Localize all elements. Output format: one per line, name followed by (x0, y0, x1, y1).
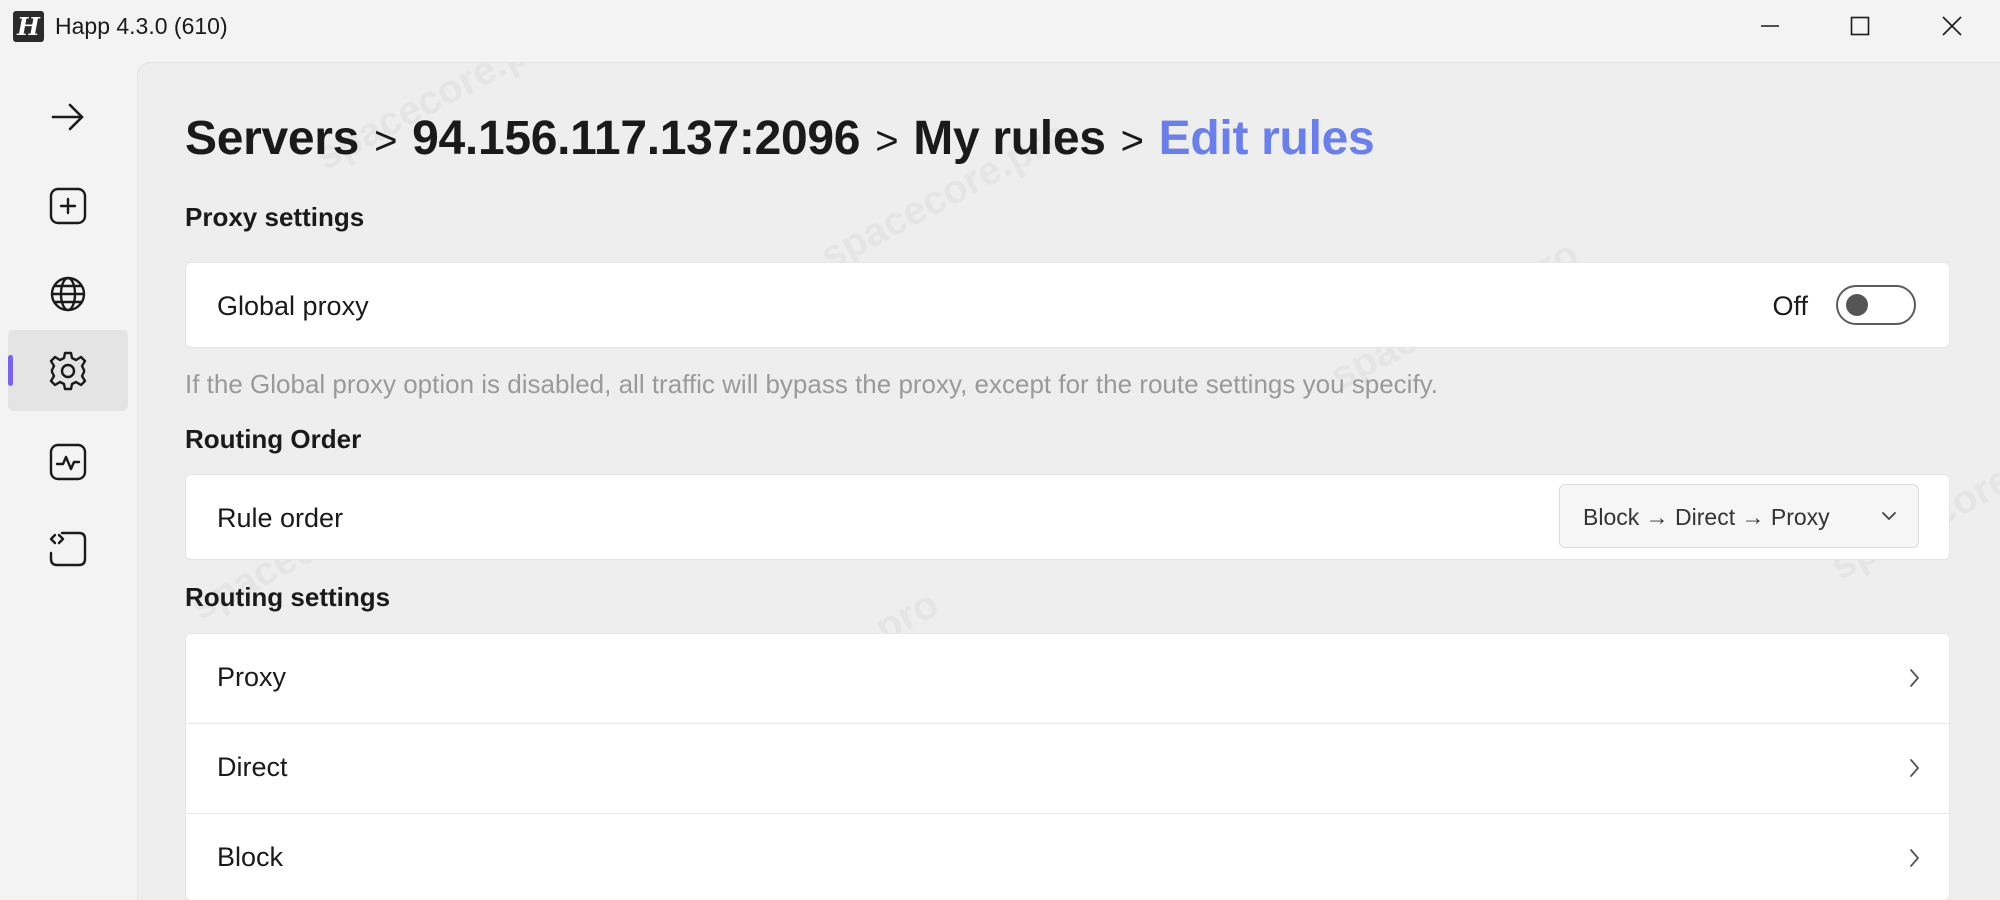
breadcrumb-separator: > (875, 119, 899, 163)
title-bar: H Happ 4.3.0 (610) (0, 0, 2000, 52)
routing-item-block[interactable]: Block (186, 814, 1949, 900)
app-logo: H (13, 11, 44, 42)
rule-order-card: Rule order Block → Direct → Proxy (185, 474, 1950, 560)
chevron-down-icon (1882, 512, 1896, 520)
sidebar-item-statistics[interactable] (8, 421, 128, 502)
toggle-knob (1846, 294, 1868, 316)
sidebar (0, 52, 137, 900)
proxy-settings-heading: Proxy settings (185, 202, 365, 232)
close-button[interactable] (1906, 0, 1998, 52)
minimize-icon (1761, 25, 1779, 27)
activity-icon (49, 443, 87, 480)
add-icon (49, 187, 87, 224)
routing-settings-heading: Routing settings (185, 582, 391, 612)
global-proxy-label: Global proxy (217, 291, 369, 321)
main-panel: spacecore.pro spacecore.pro spacecore.pr… (137, 62, 2000, 900)
chevron-right-icon (1910, 849, 1919, 867)
chevron-right-icon (1910, 759, 1919, 777)
list-item-label: Block (217, 842, 284, 872)
breadcrumb-my-rules[interactable]: My rules (913, 111, 1106, 166)
rule-order-dropdown[interactable]: Block → Direct → Proxy (1559, 484, 1919, 548)
routing-order-heading: Routing Order (185, 424, 362, 454)
breadcrumb-separator: > (374, 119, 398, 163)
list-item-label: Proxy (217, 662, 287, 692)
close-icon (1942, 16, 1962, 36)
rule-order-label: Rule order (217, 503, 344, 533)
sidebar-item-connect[interactable] (8, 76, 128, 157)
global-proxy-toggle[interactable] (1836, 285, 1916, 325)
routing-settings-list: Proxy Direct Block (185, 633, 1950, 900)
breadcrumb-server[interactable]: 94.156.117.137:2096 (412, 111, 860, 166)
code-icon (49, 531, 87, 566)
breadcrumb-current: Edit rules (1158, 112, 1375, 165)
chevron-right-icon (1910, 669, 1919, 687)
routing-item-proxy[interactable]: Proxy (186, 634, 1949, 724)
globe-icon (50, 276, 86, 311)
global-proxy-state: Off (1772, 291, 1808, 321)
rule-order-value: Block → Direct → Proxy (1583, 504, 1830, 530)
maximize-icon (1850, 16, 1870, 36)
minimize-button[interactable] (1724, 0, 1816, 52)
window-title: Happ 4.3.0 (610) (55, 13, 228, 39)
breadcrumb: Servers > 94.156.117.137:2096 > My rules… (185, 111, 1375, 166)
breadcrumb-separator: > (1120, 119, 1144, 163)
app-logo-letter: H (17, 12, 40, 41)
global-proxy-card: Global proxy Off (185, 262, 1950, 348)
maximize-button[interactable] (1814, 0, 1906, 52)
sidebar-item-add[interactable] (8, 165, 128, 246)
routing-item-direct[interactable]: Direct (186, 724, 1949, 814)
sidebar-item-logs[interactable] (8, 508, 128, 589)
arrow-right-icon (51, 103, 84, 130)
breadcrumb-servers[interactable]: Servers (185, 111, 359, 166)
gear-icon (49, 351, 87, 390)
sidebar-item-settings[interactable] (8, 330, 128, 411)
global-proxy-hint: If the Global proxy option is disabled, … (185, 369, 1438, 399)
list-item-label: Direct (217, 752, 288, 782)
sidebar-item-servers[interactable] (8, 253, 128, 334)
